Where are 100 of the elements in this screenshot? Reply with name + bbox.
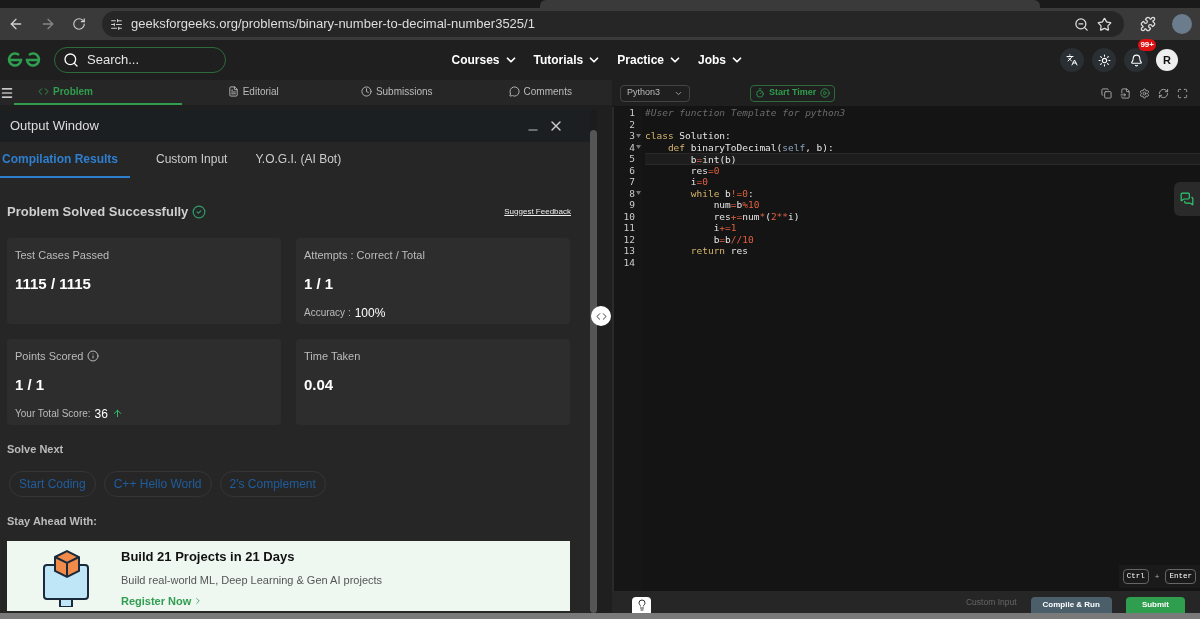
- chat-icon: [1180, 192, 1194, 206]
- url-text: geeksforgeeks.org/problems/binary-number-to-decimal-number3525/1: [131, 15, 535, 34]
- sun-icon: [1097, 53, 1111, 67]
- fold-arrow-icon[interactable]: [636, 145, 641, 150]
- hint-button[interactable]: [632, 597, 651, 613]
- search-icon: [63, 52, 79, 68]
- problem-tab[interactable]: Submissions: [325, 80, 469, 105]
- fullscreen-icon[interactable]: [1177, 87, 1188, 99]
- line-number: 12: [623, 233, 635, 245]
- stat-note-label: Your Total Score:: [15, 407, 91, 421]
- code-line: res+=num*(2**i): [712, 210, 800, 222]
- line-number: 10: [623, 210, 635, 222]
- line-number: 1: [629, 107, 635, 119]
- play-icon: [820, 88, 831, 98]
- stat-note-label: Accuracy :: [304, 306, 351, 320]
- document-icon: [227, 86, 239, 97]
- settings-icon[interactable]: [1139, 87, 1150, 99]
- plus-sign: +: [1154, 570, 1160, 582]
- zoom-icon[interactable]: [1074, 16, 1089, 32]
- notification-badge: 99+: [1138, 39, 1156, 51]
- stay-ahead-title: Stay Ahead With:: [7, 514, 98, 529]
- address-bar[interactable]: geeksforgeeks.org/problems/binary-number-to-decimal-number3525/1: [102, 11, 1124, 37]
- copy-icon[interactable]: [1101, 87, 1112, 99]
- stat-value: 1115 / 1115: [15, 274, 92, 294]
- search-placeholder: Search...: [87, 51, 140, 70]
- line-number: 2: [629, 118, 635, 130]
- problem-tab[interactable]: Comments: [468, 80, 612, 105]
- site-settings-icon[interactable]: [110, 17, 123, 31]
- code-line: num=b%10: [712, 199, 760, 210]
- code-line: res=0: [689, 164, 720, 176]
- info-icon[interactable]: [87, 349, 100, 362]
- line-number: 6: [629, 164, 635, 176]
- stat-note-value: 100%: [354, 304, 386, 322]
- bookmark-star-icon[interactable]: [1097, 16, 1112, 32]
- solve-next-title: Solve Next: [7, 441, 65, 457]
- stat-label: Attempts : Correct / Total: [304, 247, 425, 263]
- extensions-icon[interactable]: [1140, 16, 1156, 32]
- line-number: 7: [629, 176, 635, 188]
- line-number: 13: [623, 245, 635, 257]
- status-text: Problem Solved Successfully: [7, 203, 189, 221]
- promo-title: Build 21 Projects in 21 Days: [121, 547, 296, 566]
- user-avatar[interactable]: R: [1156, 49, 1178, 71]
- fold-arrow-icon[interactable]: [636, 133, 641, 138]
- translate-icon: [1066, 54, 1078, 66]
- success-check-icon: [192, 204, 207, 219]
- promo-text: Build real-world ML, Deep Learning & Gen AI projects: [121, 573, 383, 588]
- forward-icon[interactable]: [40, 16, 56, 32]
- code-line: while b!=0:: [689, 187, 754, 199]
- theme-button[interactable]: [1092, 48, 1116, 72]
- output-window-title: Output Window: [10, 117, 100, 136]
- output-tab[interactable]: Custom Input: [154, 142, 230, 178]
- code-line: class Solution:: [645, 130, 731, 141]
- logo-icon[interactable]: [6, 51, 42, 69]
- nav-menu[interactable]: Tutorials: [533, 51, 602, 69]
- chat-button[interactable]: [1174, 182, 1200, 216]
- clock-icon: [360, 86, 372, 97]
- line-number: 5: [629, 153, 635, 165]
- profile-avatar[interactable]: [1172, 14, 1192, 34]
- stat-label: Points Scored: [15, 348, 84, 364]
- code-line: b=b//10: [712, 233, 754, 245]
- output-tab[interactable]: Y.O.G.I. (AI Bot): [253, 142, 344, 178]
- language-select[interactable]: Python3: [620, 84, 690, 102]
- translate-button[interactable]: [1060, 48, 1084, 72]
- code-line: #User function Template for python3: [645, 107, 846, 118]
- line-number: 8: [629, 187, 635, 199]
- lightbulb-icon: [635, 599, 648, 611]
- code-line: b=int(b): [689, 154, 737, 165]
- code-line: return res: [689, 245, 748, 256]
- file-import-icon[interactable]: [1120, 87, 1131, 99]
- line-number: 14: [623, 256, 635, 268]
- stat-value: 0.04: [304, 375, 335, 395]
- problem-tab[interactable]: Editorial: [181, 80, 325, 105]
- code-icon: [595, 310, 607, 322]
- compile-run-button[interactable]: Compile & Run: [1030, 597, 1112, 613]
- stat-note-value: 36: [94, 405, 108, 423]
- stat-label: Test Cases Passed: [15, 247, 110, 263]
- reload-icon[interactable]: [72, 17, 86, 31]
- bell-icon: [1129, 53, 1143, 67]
- code-line: i=0: [689, 176, 708, 187]
- notification-button[interactable]: [1124, 48, 1148, 72]
- code-icon: [38, 86, 49, 97]
- start-timer-button[interactable]: Start Timer: [750, 84, 836, 102]
- speech-bubble-icon: [508, 86, 520, 97]
- stat-label: Time Taken: [304, 348, 361, 364]
- nav-menu[interactable]: Courses: [451, 51, 518, 69]
- stat-value: 1 / 1: [304, 274, 335, 294]
- back-icon[interactable]: [8, 16, 24, 32]
- fold-arrow-icon[interactable]: [636, 191, 641, 196]
- reset-icon[interactable]: [1158, 87, 1169, 99]
- code-line: def binaryToDecimal(self, b):: [666, 141, 834, 153]
- nav-menu[interactable]: Practice: [617, 51, 682, 69]
- line-number: 9: [629, 199, 635, 211]
- line-number: 3: [629, 130, 635, 142]
- line-number: 11: [623, 222, 635, 234]
- suggest-feedback-link[interactable]: Suggest Feedback: [504, 205, 571, 218]
- code-line: i+=1: [712, 222, 737, 233]
- nav-menu[interactable]: Jobs: [698, 51, 744, 69]
- stat-value: 1 / 1: [15, 375, 46, 395]
- output-tab[interactable]: Compilation Results: [0, 142, 130, 178]
- timer-icon: [755, 88, 765, 98]
